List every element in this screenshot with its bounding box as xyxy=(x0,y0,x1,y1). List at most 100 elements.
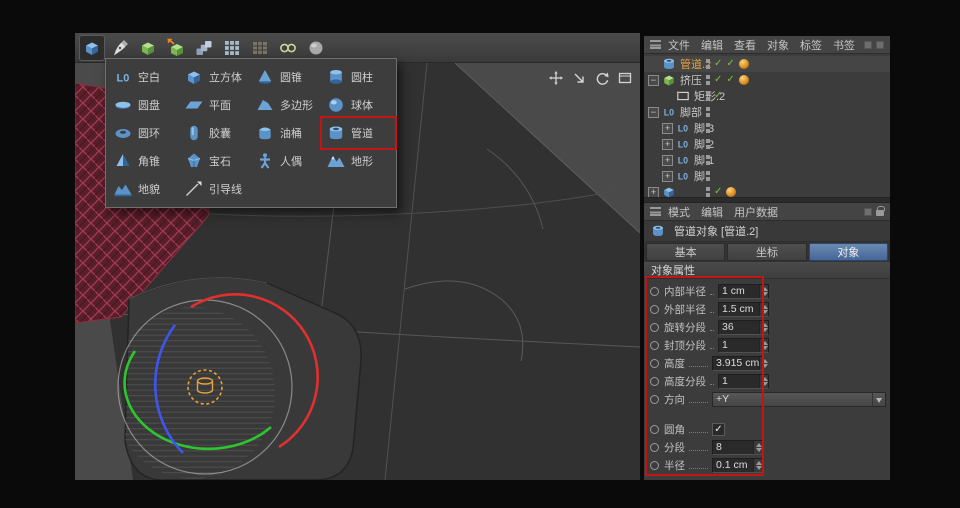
animation-dot-icon[interactable] xyxy=(650,359,659,368)
property-number-input[interactable]: 1 cm xyxy=(718,284,769,299)
animation-dot-icon[interactable] xyxy=(650,443,659,452)
phong-tag-icon[interactable] xyxy=(739,75,749,85)
tree-row-脚.3[interactable]: +L0脚.3 xyxy=(644,120,890,136)
menu-item-guide[interactable]: 引导线 xyxy=(181,175,252,203)
tab-对象[interactable]: 对象 xyxy=(809,243,888,261)
am-menu-item-0[interactable]: 模式 xyxy=(668,204,690,220)
dolly-view-icon[interactable] xyxy=(572,71,586,85)
menu-item-landscape[interactable]: 地形 xyxy=(323,147,394,175)
spinner[interactable] xyxy=(759,321,768,334)
tree-row-脚.2[interactable]: +L0脚.2 xyxy=(644,136,890,152)
visibility-dots-icon[interactable] xyxy=(706,139,710,149)
menu-item-cylinder[interactable]: 圆柱 xyxy=(323,63,394,91)
animation-dot-icon[interactable] xyxy=(650,341,659,350)
rotate-view-icon[interactable] xyxy=(595,71,609,85)
property-number-input[interactable]: 8 xyxy=(712,440,763,455)
animation-dot-icon[interactable] xyxy=(650,305,659,314)
spinner[interactable] xyxy=(759,357,768,370)
animation-dot-icon[interactable] xyxy=(650,395,659,404)
animation-dot-icon[interactable] xyxy=(650,323,659,332)
tree-row-挤压[interactable]: −挤压✓✓ xyxy=(644,72,890,88)
menu-item-torus[interactable]: 圆环 xyxy=(110,119,181,147)
phong-tag-icon[interactable] xyxy=(726,187,736,197)
menu-item-relief[interactable]: 地貌 xyxy=(110,175,181,203)
plus-expander-icon[interactable]: + xyxy=(648,187,659,198)
animation-dot-icon[interactable] xyxy=(650,287,659,296)
menu-item-gem[interactable]: 宝石 xyxy=(181,147,252,175)
symmetry-tool-button[interactable] xyxy=(275,35,301,61)
enabled-check-icon[interactable]: ✓ xyxy=(714,91,722,101)
green-arrow-tool-button[interactable] xyxy=(163,35,189,61)
visibility-dots-icon[interactable] xyxy=(706,107,710,117)
panel-icon[interactable] xyxy=(864,41,872,49)
spinner[interactable] xyxy=(759,339,768,352)
cube-tool-button[interactable] xyxy=(79,35,105,61)
spinner[interactable] xyxy=(753,459,762,472)
animation-dot-icon[interactable] xyxy=(650,461,659,470)
menu-item-cone[interactable]: 圆锥 xyxy=(252,63,323,91)
plus-expander-icon[interactable]: + xyxy=(662,139,673,150)
am-menu-item-2[interactable]: 用户数据 xyxy=(734,204,778,220)
spinner[interactable] xyxy=(759,303,768,316)
om-menu-item-2[interactable]: 查看 xyxy=(734,37,756,53)
om-menu-item-5[interactable]: 书签 xyxy=(833,37,855,53)
enabled-check-icon[interactable]: ✓ xyxy=(714,75,722,85)
sphere-gray-tool-button[interactable] xyxy=(303,35,329,61)
property-number-input[interactable]: 3.915 cm xyxy=(712,356,763,371)
enabled-check-icon[interactable]: ✓ xyxy=(714,187,722,197)
fillet-checkbox[interactable]: ✓ xyxy=(712,423,725,436)
plus-expander-icon[interactable]: + xyxy=(662,171,673,182)
enabled-check-icon[interactable]: ✓ xyxy=(726,59,734,69)
menu-item-sphere[interactable]: 球体 xyxy=(323,91,394,119)
enabled-check-icon[interactable]: ✓ xyxy=(714,59,722,69)
minus-expander-icon[interactable]: − xyxy=(648,107,659,118)
visibility-dots-icon[interactable] xyxy=(706,59,710,69)
menu-item-pyramid[interactable]: 角锥 xyxy=(110,147,181,175)
tree-row-partial[interactable]: +✓ xyxy=(644,184,890,197)
menu-item-tube[interactable]: 管道 xyxy=(323,119,394,147)
tree-row-脚[interactable]: +L0脚 xyxy=(644,168,890,184)
panel-menu-icon[interactable] xyxy=(650,40,661,49)
menu-item-plane[interactable]: 平面 xyxy=(181,91,252,119)
minus-expander-icon[interactable]: − xyxy=(648,75,659,86)
menu-item-oiltank[interactable]: 油桶 xyxy=(252,119,323,147)
om-menu-item-0[interactable]: 文件 xyxy=(668,37,690,53)
cloner-tool-button[interactable] xyxy=(191,35,217,61)
om-menu-item-3[interactable]: 对象 xyxy=(767,37,789,53)
phong-tag-icon[interactable] xyxy=(739,59,749,69)
visibility-dots-icon[interactable] xyxy=(706,91,710,101)
property-number-input[interactable]: 0.1 cm xyxy=(712,458,763,473)
menu-item-capsule[interactable]: 胶囊 xyxy=(181,119,252,147)
visibility-dots-icon[interactable] xyxy=(706,155,710,165)
menu-item-disc[interactable]: 圆盘 xyxy=(110,91,181,119)
tree-row-管道.2[interactable]: 管道.2✓✓ xyxy=(644,56,890,72)
tree-row-脚.1[interactable]: +L0脚.1 xyxy=(644,152,890,168)
visibility-dots-icon[interactable] xyxy=(706,171,710,181)
animation-dot-icon[interactable] xyxy=(650,425,659,434)
plus-expander-icon[interactable]: + xyxy=(662,155,673,166)
menu-item-null[interactable]: L0空白 xyxy=(110,63,181,91)
property-number-input[interactable]: 1 xyxy=(718,374,769,389)
property-number-input[interactable]: 36 xyxy=(718,320,769,335)
tree-row-脚部[interactable]: −L0脚部 xyxy=(644,104,890,120)
grid-tool-button[interactable] xyxy=(247,35,273,61)
visibility-dots-icon[interactable] xyxy=(706,75,710,85)
spinner[interactable] xyxy=(759,375,768,388)
menu-item-polygon[interactable]: 多边形 xyxy=(252,91,323,119)
om-menu-item-4[interactable]: 标签 xyxy=(800,37,822,53)
tab-基本[interactable]: 基本 xyxy=(646,243,725,261)
om-menu-item-1[interactable]: 编辑 xyxy=(701,37,723,53)
menu-item-figure[interactable]: 人偶 xyxy=(252,147,323,175)
panel-menu-icon[interactable] xyxy=(650,207,661,216)
pen-tool-button[interactable] xyxy=(107,35,133,61)
plus-expander-icon[interactable]: + xyxy=(662,123,673,134)
panel-icon[interactable] xyxy=(876,41,884,49)
spinner[interactable] xyxy=(753,441,762,454)
extrude-green-tool-button[interactable] xyxy=(135,35,161,61)
tab-坐标[interactable]: 坐标 xyxy=(727,243,806,261)
orientation-select[interactable]: +Y xyxy=(712,392,886,407)
spinner[interactable] xyxy=(759,285,768,298)
enabled-check-icon[interactable]: ✓ xyxy=(726,75,734,85)
pan-view-icon[interactable] xyxy=(549,71,563,85)
property-number-input[interactable]: 1 xyxy=(718,338,769,353)
